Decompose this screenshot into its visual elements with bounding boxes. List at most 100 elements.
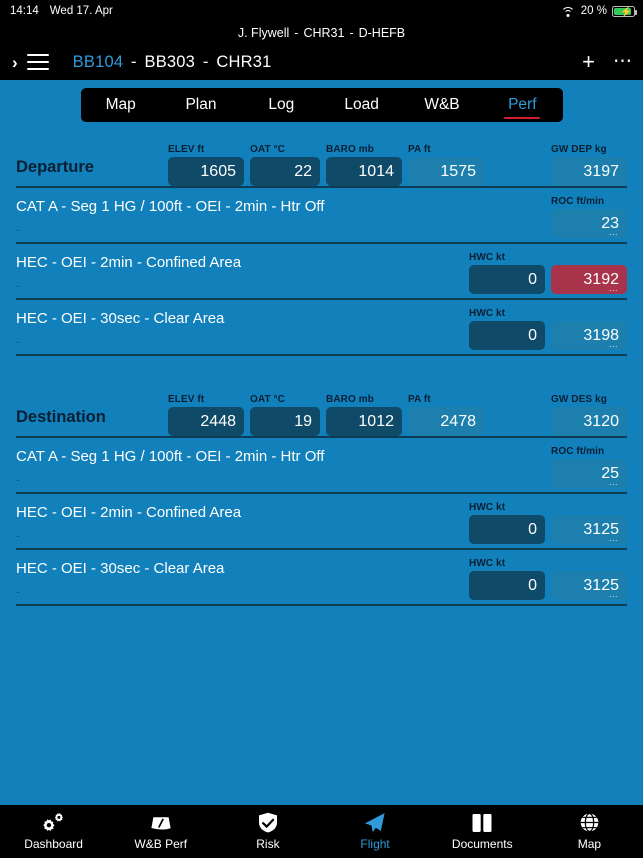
tab-strip-container: Map Plan Log Load W&B Perf (0, 80, 643, 132)
departure-hec-30sec-result-value[interactable]: 3198 ⋯ (551, 321, 627, 351)
departure-hec-2min-hwc-field: HWC kt 0 (469, 252, 545, 294)
departure-row-cat-a[interactable]: CAT A - Seg 1 HG / 100ft - OEI - 2min - … (16, 188, 627, 242)
departure-hec-2min-hwc-label: HWC kt (469, 252, 506, 263)
status-time: 14:14 (10, 5, 39, 17)
bottom-nav-map[interactable]: Map (536, 812, 643, 851)
departure-pa-label: PA ft (408, 144, 431, 155)
navigation-bar-actions: + ⋯ (582, 44, 633, 80)
destination-row-hec-30sec-text: HEC - OEI - 30sec - Clear Area - (16, 560, 469, 600)
destination-divider-bottom (16, 604, 627, 606)
destination-row-hec-2min[interactable]: HEC - OEI - 2min - Confined Area - HWC k… (16, 494, 627, 548)
destination-elev-input[interactable]: 2448 (168, 407, 244, 436)
book-icon (471, 812, 493, 833)
bottom-nav-risk[interactable]: Risk (214, 812, 321, 851)
destination-pa-label: PA ft (408, 394, 431, 405)
bottom-nav-documents[interactable]: Documents (429, 812, 536, 851)
hamburger-menu-icon[interactable] (26, 54, 49, 70)
tab-plan[interactable]: Plan (161, 88, 241, 122)
departure-row-hec-30sec[interactable]: HEC - OEI - 30sec - Clear Area - HWC kt … (16, 300, 627, 354)
departure-row-hec-2min-fields: HWC kt 0 3192 ⋯ (469, 252, 627, 295)
destination-baro-input[interactable]: 1012 (326, 407, 402, 436)
departure-row-hec-30sec-subtitle: - (16, 334, 21, 349)
app-root: 14:14 Wed 17. Apr 20 % ⚡ J. Flywell - CH… (0, 0, 643, 858)
destination-hec-30sec-result-value[interactable]: 3125 ⋯ (551, 571, 627, 601)
destination-hec-2min-hwc-input[interactable]: 0 (469, 515, 545, 544)
destination-roc-value[interactable]: 25 ⋯ (551, 459, 627, 489)
destination-title: Destination (16, 408, 106, 426)
destination-roc-field: ROC ft/min 25 ⋯ (551, 446, 627, 489)
destination-gw-field: GW DES kg 3120 (551, 394, 627, 436)
destination-hec-2min-result-label (551, 502, 627, 513)
departure-oat-input[interactable]: 22 (250, 157, 320, 186)
departure-row-cat-a-fields: ROC ft/min 23 ⋯ (551, 196, 627, 239)
bottom-nav-dashboard-label: Dashboard (24, 837, 83, 851)
destination-oat-input[interactable]: 19 (250, 407, 320, 436)
departure-hec-30sec-hwc-input[interactable]: 0 (469, 321, 545, 350)
departure-elev-label: ELEV ft (168, 144, 205, 155)
destination-row-hec-2min-subtitle: - (16, 528, 21, 543)
departure-hec-2min-result-field: 3192 ⋯ (551, 252, 627, 295)
tab-wb[interactable]: W&B (402, 88, 482, 122)
bottom-nav-documents-label: Documents (451, 837, 513, 851)
bottom-navigation-bar: Dashboard W&B Perf Risk Flight Documents… (0, 805, 643, 858)
destination-row-cat-a-title: CAT A - Seg 1 HG / 100ft - OEI - 2min - … (16, 448, 325, 465)
tab-wb-label: W&B (424, 96, 460, 113)
crew-callsign: CHR31 (303, 26, 345, 40)
departure-elev-field: ELEV ft 1605 (168, 144, 244, 186)
departure-row-hec-2min[interactable]: HEC - OEI - 2min - Confined Area - HWC k… (16, 244, 627, 298)
route-destination[interactable]: BB303 (145, 53, 196, 71)
destination-row-hec-30sec-title: HEC - OEI - 30sec - Clear Area (16, 560, 225, 577)
destination-baro-field: BARO mb 1012 (326, 394, 402, 436)
departure-roc-expand-dots-icon: ⋯ (608, 229, 619, 239)
departure-roc-label: ROC ft/min (551, 196, 605, 207)
destination-roc-expand-dots-icon: ⋯ (608, 479, 619, 489)
aircraft-registration: D-HEFB (358, 26, 406, 40)
departure-elev-input[interactable]: 1605 (168, 157, 244, 186)
departure-gw-value: 3197 (551, 157, 627, 186)
destination-row-hec-30sec[interactable]: HEC - OEI - 30sec - Clear Area - HWC kt … (16, 550, 627, 604)
status-bar: 14:14 Wed 17. Apr 20 % ⚡ (0, 0, 643, 22)
bottom-nav-wb-perf[interactable]: W&B Perf (107, 812, 214, 851)
route-flight-id[interactable]: CHR31 (216, 53, 271, 71)
tab-map[interactable]: Map (81, 88, 161, 122)
departure-roc-value[interactable]: 23 ⋯ (551, 209, 627, 239)
departure-hec-30sec-hwc-label: HWC kt (469, 308, 506, 319)
ellipsis-icon[interactable]: ⋯ (613, 52, 633, 71)
bottom-nav-map-label: Map (577, 837, 602, 851)
status-bar-right: 20 % ⚡ (561, 0, 638, 22)
departure-row-hec-2min-title: HEC - OEI - 2min - Confined Area (16, 254, 242, 271)
route-separator-2: - (202, 52, 209, 71)
route-breadcrumb[interactable]: BB104 - BB303 - CHR31 (73, 53, 272, 72)
destination-oat-label: OAT °C (250, 394, 285, 405)
tab-load[interactable]: Load (321, 88, 401, 122)
departure-title: Departure (16, 158, 94, 176)
bottom-nav-wb-perf-label: W&B Perf (134, 837, 188, 851)
route-departure[interactable]: BB104 (73, 53, 124, 71)
departure-baro-input[interactable]: 1014 (326, 157, 402, 186)
battery-charging-icon: ⚡ (612, 5, 638, 18)
destination-row-cat-a[interactable]: CAT A - Seg 1 HG / 100ft - OEI - 2min - … (16, 438, 627, 492)
destination-row-hec-30sec-fields: HWC kt 0 3125 ⋯ (469, 558, 627, 601)
bottom-nav-dashboard[interactable]: Dashboard (0, 812, 107, 851)
destination-row-hec-2min-fields: HWC kt 0 3125 ⋯ (469, 502, 627, 545)
destination-hec-2min-result-value[interactable]: 3125 ⋯ (551, 515, 627, 545)
plus-icon[interactable]: + (582, 51, 595, 73)
globe-icon (579, 812, 600, 833)
tab-log[interactable]: Log (241, 88, 321, 122)
departure-hec-2min-result-value[interactable]: 3192 ⋯ (551, 265, 627, 295)
tab-active-underline (504, 116, 541, 119)
destination-hec-30sec-result-field: 3125 ⋯ (551, 558, 627, 601)
bottom-nav-flight[interactable]: Flight (322, 812, 429, 851)
destination-hec-30sec-result-label (551, 558, 627, 569)
departure-hec-30sec-hwc-field: HWC kt 0 (469, 308, 545, 350)
destination-pa-value: 2478 (408, 407, 484, 436)
chevron-right-icon[interactable]: › (12, 54, 18, 71)
destination-hec-30sec-hwc-input[interactable]: 0 (469, 571, 545, 600)
destination-row-hec-2min-text: HEC - OEI - 2min - Confined Area - (16, 504, 469, 544)
tab-perf[interactable]: Perf (482, 88, 562, 122)
destination-hec-2min-expand-dots-icon: ⋯ (608, 535, 619, 545)
departure-hec-2min-hwc-input[interactable]: 0 (469, 265, 545, 294)
gears-icon (42, 812, 66, 833)
paper-plane-icon (363, 812, 387, 833)
departure-hec-30sec-result-field: 3198 ⋯ (551, 308, 627, 351)
